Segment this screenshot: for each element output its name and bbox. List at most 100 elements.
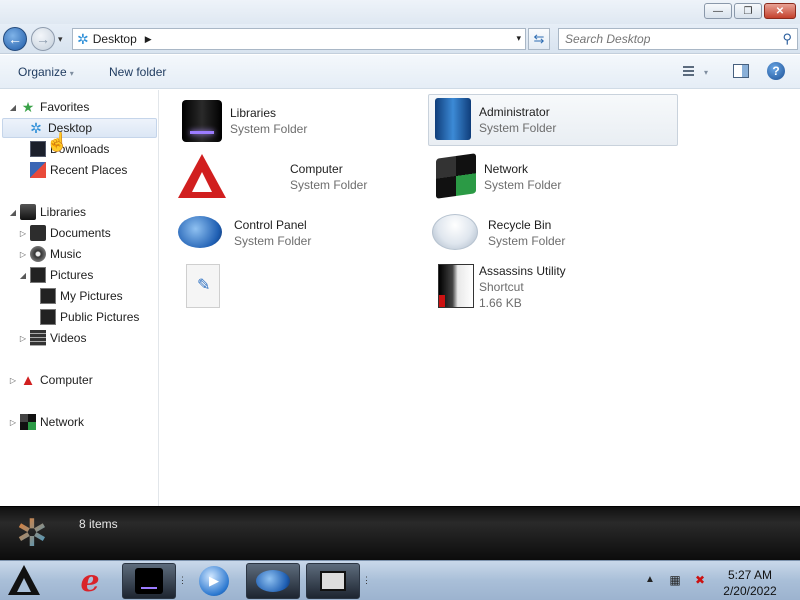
item-name: Network	[484, 162, 529, 176]
media-player-icon[interactable]: ▶	[194, 563, 234, 599]
nav-my-pictures-label: My Pictures	[60, 289, 123, 303]
network-icon	[20, 414, 36, 430]
pictures-icon	[30, 267, 46, 283]
item-size: 1.66 KB	[479, 296, 522, 310]
nav-pictures-label: Pictures	[50, 268, 94, 282]
system-clock[interactable]: 5:27 AM 2/20/2022	[718, 567, 782, 599]
user-folder-icon	[435, 98, 471, 140]
volume-muted-icon[interactable]: ✖	[692, 573, 708, 587]
item-name: Administrator	[479, 105, 550, 119]
file-icon	[186, 264, 220, 308]
new-folder-button[interactable]: New folder	[109, 65, 166, 79]
item-type: System Folder	[234, 234, 312, 248]
nav-music-label: Music	[50, 247, 82, 261]
computer-icon	[178, 154, 226, 198]
internet-explorer-icon[interactable]: e	[72, 563, 108, 599]
taskbar-program-button[interactable]	[306, 563, 360, 599]
chevron-down-icon: ▾	[69, 69, 74, 78]
breadcrumb-chevron-icon[interactable]: ▶	[145, 34, 152, 45]
help-icon[interactable]: ?	[767, 62, 785, 80]
nav-music[interactable]: ▷ Music	[18, 244, 81, 264]
breadcrumb-desktop[interactable]: Desktop	[93, 32, 137, 46]
expanded-arrow-icon[interactable]: ◢	[18, 271, 28, 280]
item-type: Shortcut	[479, 280, 524, 294]
address-row: ← → ▾ ✲ Desktop ▶ ▾ ⇆ ⚲	[0, 24, 800, 54]
views-dropdown-icon[interactable]: ▾	[704, 68, 708, 77]
taskbar: e ⋮ ▶ ⋮ ▲ ▦ ✖ 5:27 AM 2/20/2022	[0, 560, 800, 600]
nav-recent-places-label: Recent Places	[50, 163, 128, 177]
expanded-arrow-icon[interactable]: ◢	[8, 103, 18, 112]
preview-pane-icon[interactable]	[733, 64, 749, 78]
nav-public-pictures[interactable]: Public Pictures	[38, 307, 139, 327]
organize-button[interactable]: Organize ▾	[18, 65, 74, 79]
search-input[interactable]	[559, 29, 769, 49]
documents-icon	[30, 225, 46, 241]
public-pictures-icon	[40, 309, 56, 325]
nav-videos[interactable]: ▷ Videos	[18, 328, 86, 348]
start-button[interactable]	[8, 565, 40, 595]
nav-favorites-label: Favorites	[40, 100, 90, 114]
nav-computer-label: Computer	[40, 373, 93, 387]
downloads-icon	[30, 141, 46, 157]
collapsed-arrow-icon[interactable]: ▷	[8, 418, 18, 427]
libraries-icon	[20, 204, 36, 220]
item-recycle-bin[interactable]: Recycle Bin System Folder	[432, 208, 672, 258]
search-icon[interactable]: ⚲	[782, 31, 792, 47]
expanded-arrow-icon[interactable]: ◢	[8, 208, 18, 217]
refresh-button[interactable]: ⇆	[528, 28, 550, 50]
recent-places-icon	[30, 162, 46, 178]
nav-favorites[interactable]: ◢ ★ Favorites	[8, 97, 89, 117]
control-panel-icon	[178, 216, 222, 248]
music-icon	[30, 246, 46, 262]
taskbar-control-panel-button[interactable]	[246, 563, 300, 599]
mouse-cursor-icon: ☝	[46, 132, 69, 152]
forward-arrow-icon: →	[36, 31, 50, 47]
organize-label: Organize	[18, 65, 67, 79]
clock-time: 5:27 AM	[727, 568, 773, 582]
address-bar[interactable]: ✲ Desktop ▶ ▾	[72, 28, 526, 50]
item-count: 8 items	[79, 517, 118, 531]
item-network[interactable]: Network System Folder	[432, 152, 672, 202]
maximize-button[interactable]: ❐	[734, 3, 762, 19]
recent-pages-dropdown[interactable]: ▾	[58, 34, 63, 45]
item-computer[interactable]: Computer System Folder	[178, 152, 418, 202]
nav-documents[interactable]: ▷ Documents	[18, 223, 111, 243]
nav-recent-places[interactable]: Recent Places	[28, 160, 127, 180]
libraries-icon	[135, 568, 163, 594]
show-hidden-icons-icon[interactable]: ▲	[645, 574, 655, 585]
nav-desktop[interactable]: ✲ Desktop	[2, 118, 157, 138]
taskbar-libraries-button[interactable]	[122, 563, 176, 599]
title-bar: — ❐ ✕	[0, 0, 800, 24]
recycle-bin-icon	[432, 214, 478, 250]
window-icon	[320, 571, 346, 591]
item-libraries[interactable]: Libraries System Folder	[178, 96, 418, 146]
item-unnamed-file[interactable]	[178, 262, 298, 316]
nav-network[interactable]: ▷ Network	[8, 412, 84, 432]
command-bar: Organize ▾ New folder ▾ ?	[0, 55, 800, 89]
collapsed-arrow-icon[interactable]: ▷	[18, 229, 28, 238]
close-button[interactable]: ✕	[764, 3, 796, 19]
nav-pictures[interactable]: ◢ Pictures	[18, 265, 93, 285]
back-button[interactable]: ←	[3, 27, 27, 51]
item-control-panel[interactable]: Control Panel System Folder	[178, 208, 418, 258]
minimize-button[interactable]: —	[704, 3, 732, 19]
forward-button[interactable]: →	[31, 27, 55, 51]
item-type: System Folder	[230, 122, 308, 136]
nav-downloads[interactable]: Downloads	[28, 139, 109, 159]
network-status-icon[interactable]: ▦	[667, 573, 683, 587]
collapsed-arrow-icon[interactable]: ▷	[8, 376, 18, 385]
my-pictures-icon	[40, 288, 56, 304]
item-name: Control Panel	[234, 218, 307, 232]
views-icon[interactable]	[678, 64, 694, 78]
item-assassins-utility[interactable]: Assassins Utility Shortcut 1.66 KB	[432, 262, 672, 322]
nav-libraries[interactable]: ◢ Libraries	[8, 202, 86, 222]
address-dropdown-icon[interactable]: ▾	[516, 33, 521, 44]
nav-computer[interactable]: ▷ ▲ Computer	[8, 370, 93, 390]
collapsed-arrow-icon[interactable]: ▷	[18, 250, 28, 259]
item-administrator[interactable]: Administrator System Folder	[428, 94, 678, 146]
item-type: System Folder	[484, 178, 562, 192]
collapsed-arrow-icon[interactable]: ▷	[18, 334, 28, 343]
nav-my-pictures[interactable]: My Pictures	[38, 286, 123, 306]
back-arrow-icon: ←	[8, 31, 22, 47]
window-controls: — ❐ ✕	[704, 3, 796, 19]
